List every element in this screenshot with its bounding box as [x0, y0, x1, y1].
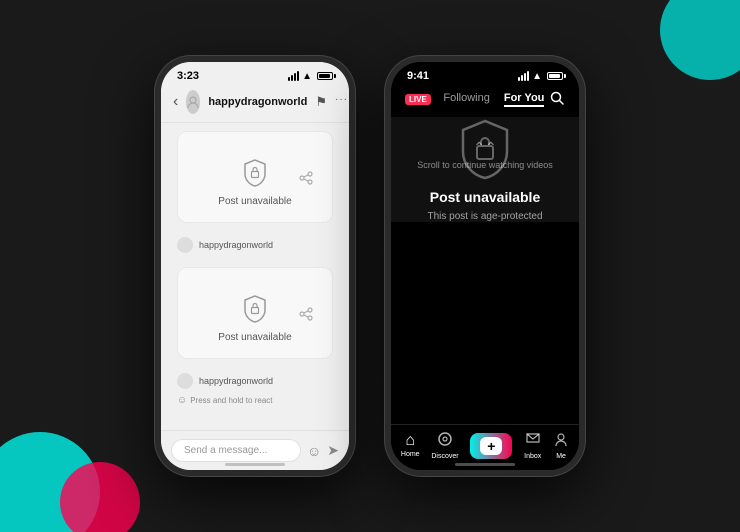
post-unavailable-label-1: Post unavailable [218, 196, 291, 207]
send-button[interactable]: ➤ [327, 442, 339, 459]
right-home-indicator [455, 463, 515, 466]
bg-cyan-tr-blob [660, 0, 740, 80]
react-icon: ☺ [177, 395, 187, 406]
share-icon-2 [299, 307, 313, 324]
tiktok-nav: Following For You [439, 92, 549, 107]
nav-plus[interactable]: + [470, 433, 512, 459]
shield-lock-icon-1 [239, 158, 271, 190]
signal-bars [288, 71, 299, 81]
right-battery-icon [547, 72, 563, 80]
right-status-icons: ▲ [518, 71, 563, 82]
nav-inbox[interactable]: Inbox [524, 431, 541, 460]
battery-icon [317, 72, 333, 80]
emoji-button[interactable]: ☺ [307, 443, 321, 459]
battery-fill [319, 74, 330, 78]
search-icon[interactable] [549, 90, 565, 109]
scroll-hint-text: Scroll to continue watching videos [417, 160, 553, 170]
nav-discover[interactable]: Discover [431, 431, 458, 460]
header-icons: ⚑ ··· [315, 94, 348, 110]
left-time: 3:23 [177, 70, 199, 82]
back-button[interactable]: ‹ [173, 93, 178, 111]
react-hint: ☺ Press and hold to react [169, 395, 341, 410]
left-status-bar: 3:23 ▲ [161, 62, 349, 86]
sender-name-2: happydragonworld [199, 376, 273, 386]
rsb2 [521, 75, 523, 81]
rsb1 [518, 77, 520, 81]
right-wifi-icon: ▲ [532, 71, 542, 82]
unavailable-sub: This post is age-protected [427, 211, 542, 222]
home-icon: ⌂ [405, 433, 415, 449]
bg-pink-blob [60, 462, 140, 532]
inbox-icon [525, 431, 541, 451]
message-input[interactable]: Send a message... [171, 439, 301, 462]
right-time: 9:41 [407, 70, 429, 82]
right-battery-fill [549, 74, 560, 78]
messenger-header: ‹ happydragonworld ⚑ ··· [161, 86, 349, 123]
nav-following[interactable]: Following [443, 92, 489, 107]
rsb3 [524, 73, 526, 81]
react-hint-text: Press and hold to react [190, 396, 272, 405]
right-status-bar: 9:41 ▲ [391, 62, 579, 86]
more-icon[interactable]: ··· [335, 94, 348, 110]
post-card-wrapper-1: Post unavailable happydragonworld [169, 131, 341, 259]
left-status-icons: ▲ [288, 71, 333, 82]
wifi-icon: ▲ [302, 71, 312, 82]
left-phone: 3:23 ▲ ‹ [155, 56, 355, 476]
left-phone-inner: 3:23 ▲ ‹ [161, 62, 349, 470]
live-badge[interactable]: LIVE [405, 94, 431, 105]
right-phone: 9:41 ▲ LIVE Fo [385, 56, 585, 476]
tiktok-header: LIVE Following For You [391, 86, 579, 117]
unavailable-title: Post unavailable [430, 189, 540, 205]
chevrons-up-icon: ⌃⌃ [473, 139, 496, 156]
discover-label: Discover [431, 453, 458, 460]
right-signal-bars [518, 71, 529, 81]
rsb4 [527, 71, 529, 81]
home-label: Home [401, 451, 420, 458]
user-avatar [186, 90, 200, 114]
sender-avatar-1 [177, 237, 193, 253]
phones-container: 3:23 ▲ ‹ [155, 56, 585, 476]
share-icon-1 [299, 171, 313, 188]
plus-button[interactable]: + [470, 433, 512, 459]
right-phone-inner: 9:41 ▲ LIVE Fo [391, 62, 579, 470]
post-sender-2: happydragonworld [169, 367, 341, 395]
signal-bar-2 [291, 75, 293, 81]
plus-icon: + [480, 437, 502, 455]
sender-name-1: happydragonworld [199, 240, 273, 250]
scroll-hint: ⌃⌃ Scroll to continue watching videos [391, 139, 579, 170]
flag-icon[interactable]: ⚑ [315, 94, 327, 110]
post-sender-1: happydragonworld [169, 231, 341, 259]
me-label: Me [556, 453, 566, 460]
shield-lock-icon-2 [239, 294, 271, 326]
tiktok-main-area: Post unavailable This post is age-protec… [391, 117, 579, 222]
signal-bar-4 [297, 71, 299, 81]
nav-for-you[interactable]: For You [504, 92, 545, 107]
inbox-label: Inbox [524, 453, 541, 460]
me-icon [553, 431, 569, 451]
nav-me[interactable]: Me [553, 431, 569, 460]
chat-username: happydragonworld [208, 96, 307, 108]
nav-home[interactable]: ⌂ Home [401, 433, 420, 458]
signal-bar-1 [288, 77, 290, 81]
post-unavailable-label-2: Post unavailable [218, 332, 291, 343]
sender-avatar-2 [177, 373, 193, 389]
discover-icon [437, 431, 453, 451]
signal-bar-3 [294, 73, 296, 81]
post-card-wrapper-2: Post unavailable happydragonworld [169, 267, 341, 410]
left-home-indicator [225, 463, 285, 466]
